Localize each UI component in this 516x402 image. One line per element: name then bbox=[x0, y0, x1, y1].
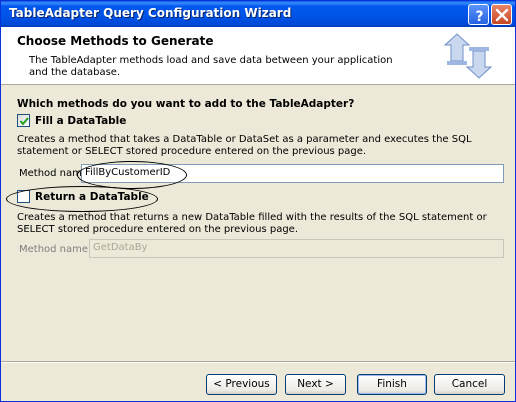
previous-button[interactable]: < Previous bbox=[206, 374, 277, 395]
close-x-icon bbox=[495, 8, 509, 22]
return-method-name-label: Method name: bbox=[19, 244, 92, 255]
methods-question: Which methods do you want to add to the … bbox=[17, 98, 355, 110]
footer-divider bbox=[1, 361, 515, 363]
fill-description: Creates a method that takes a DataTable … bbox=[17, 134, 472, 157]
wizard-header: Choose Methods to Generate The TableAdap… bbox=[1, 27, 515, 85]
next-button[interactable]: Next > bbox=[285, 374, 346, 395]
close-button[interactable] bbox=[491, 4, 512, 25]
finish-button[interactable]: Finish bbox=[357, 374, 427, 395]
return-method-name-input[interactable]: GetDataBy bbox=[89, 239, 504, 258]
checkmark-icon bbox=[19, 117, 29, 126]
return-datatable-checkbox[interactable] bbox=[17, 190, 30, 203]
return-description: Creates a method that returns a new Data… bbox=[17, 212, 487, 235]
return-datatable-label[interactable]: Return a DataTable bbox=[35, 191, 149, 203]
page-title: Choose Methods to Generate bbox=[17, 34, 214, 48]
cancel-button[interactable]: Cancel bbox=[434, 374, 505, 395]
fill-datatable-label[interactable]: Fill a DataTable bbox=[35, 115, 126, 127]
database-sync-arrows-icon bbox=[443, 33, 493, 79]
svg-text:?: ? bbox=[475, 9, 483, 25]
question-mark-icon: ? bbox=[475, 9, 483, 25]
title-bar[interactable]: TableAdapter Query Configuration Wizard … bbox=[1, 1, 515, 27]
window-title: TableAdapter Query Configuration Wizard bbox=[9, 6, 292, 20]
fill-method-name-input[interactable]: FillByCustomerID bbox=[81, 164, 504, 183]
wizard-window: TableAdapter Query Configuration Wizard … bbox=[0, 0, 516, 402]
help-button[interactable]: ? bbox=[468, 4, 489, 25]
fill-datatable-checkbox[interactable] bbox=[17, 114, 30, 127]
page-description: The TableAdapter methods load and save d… bbox=[29, 55, 393, 78]
